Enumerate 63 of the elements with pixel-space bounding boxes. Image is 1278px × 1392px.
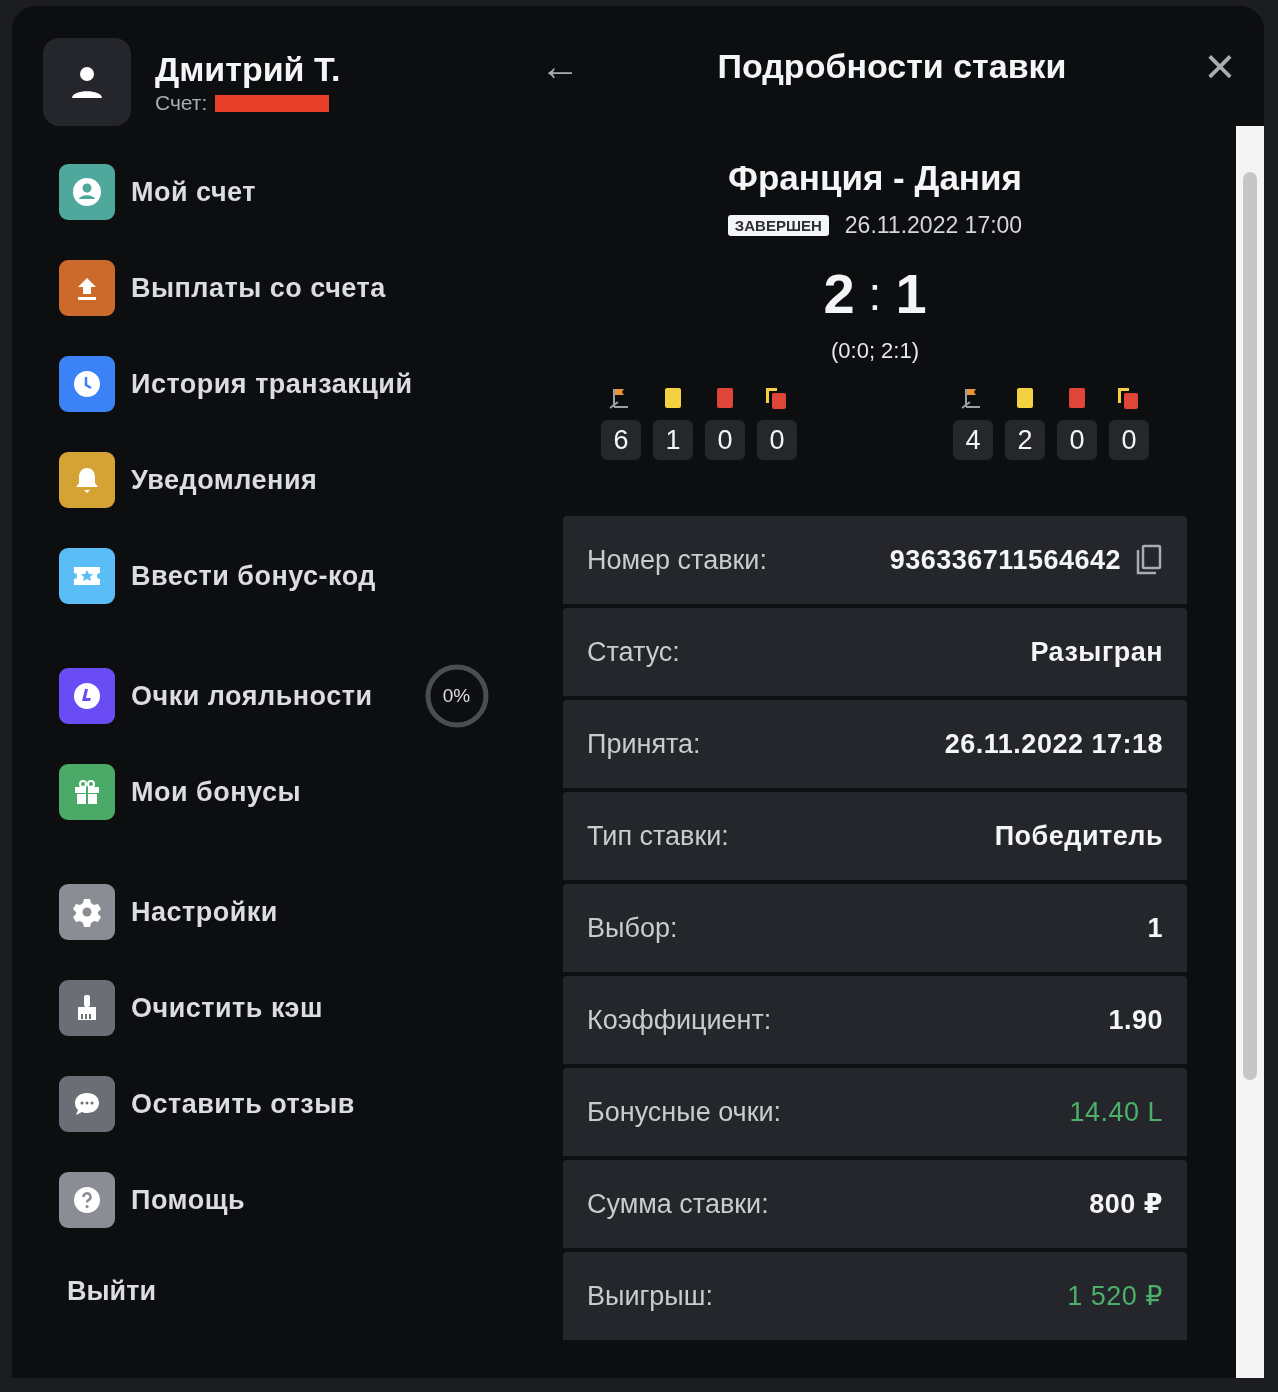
menu-item[interactable]: История транзакций bbox=[59, 356, 540, 412]
progress-text: 0% bbox=[441, 684, 472, 708]
back-button[interactable]: ← bbox=[540, 46, 580, 86]
score-home: 2 bbox=[823, 261, 855, 326]
detail-label: Коэффициент: bbox=[587, 1004, 773, 1036]
stat-value: 0 bbox=[757, 420, 797, 460]
detail-label: Выбор: bbox=[587, 912, 679, 944]
detail-label: Тип ставки: bbox=[587, 820, 730, 852]
menu-item[interactable]: Мои бонусы bbox=[59, 764, 540, 820]
detail-value: 1 bbox=[1147, 912, 1163, 944]
stat-value: 6 bbox=[601, 420, 641, 460]
detail-label: Бонусные очки: bbox=[587, 1096, 783, 1128]
stat-value: 2 bbox=[1005, 420, 1045, 460]
stat-value: 1 bbox=[653, 420, 693, 460]
account-icon bbox=[71, 176, 103, 208]
detail-value: 936336711564642 bbox=[889, 544, 1121, 576]
menu-item[interactable]: Уведомления bbox=[59, 452, 540, 508]
detail-label: Принята: bbox=[587, 728, 702, 760]
stat-value: 0 bbox=[1109, 420, 1149, 460]
menu-item[interactable]: Очистить кэш bbox=[59, 980, 540, 1036]
menu-item[interactable]: Настройки bbox=[59, 884, 540, 940]
stat-value: 0 bbox=[1057, 420, 1097, 460]
match-title: Франция - Дания bbox=[728, 158, 1022, 198]
detail-label: Сумма ставки: bbox=[587, 1188, 770, 1220]
score-away: 1 bbox=[895, 261, 927, 326]
menu-item[interactable]: Помощь bbox=[59, 1172, 540, 1228]
menu-item[interactable]: Ввести бонус-код bbox=[59, 548, 540, 604]
card-icon bbox=[664, 386, 682, 410]
match-date: 26.11.2022 17:00 bbox=[844, 212, 1023, 239]
account-label: Счет: bbox=[155, 91, 208, 115]
menu-item[interactable]: Выплаты со счета bbox=[59, 260, 540, 316]
detail-value: 800 ₽ bbox=[1089, 1188, 1163, 1220]
detail-value: Разыгран bbox=[1030, 636, 1163, 668]
detail-value: 26.11.2022 17:18 bbox=[944, 728, 1163, 760]
stat-value: 0 bbox=[705, 420, 745, 460]
menu-item[interactable]: Очки лояльности 0% bbox=[59, 668, 540, 724]
scrollbar-thumb[interactable] bbox=[1243, 172, 1257, 1080]
user-name: Дмитрий Т. bbox=[155, 49, 341, 89]
clock-icon bbox=[71, 368, 103, 400]
detail-label: Выигрыш: bbox=[587, 1280, 714, 1312]
help-icon bbox=[71, 1184, 103, 1216]
menu-item[interactable]: Мой счет bbox=[59, 164, 540, 220]
card-icon bbox=[1068, 386, 1086, 410]
stat-value: 4 bbox=[953, 420, 993, 460]
person-icon bbox=[69, 64, 105, 100]
menu-item[interactable]: Оставить отзыв bbox=[59, 1076, 540, 1132]
card-icon bbox=[716, 386, 734, 410]
logout-button[interactable]: Выйти bbox=[67, 1276, 156, 1307]
page-title: Подробности ставки bbox=[716, 46, 1068, 86]
close-button[interactable]: × bbox=[1204, 46, 1236, 86]
detail-value: 1.90 bbox=[1108, 1004, 1163, 1036]
detail-label: Статус: bbox=[587, 636, 681, 668]
score-separator: : bbox=[868, 266, 882, 321]
detail-value: 14.40 L bbox=[1069, 1096, 1163, 1128]
detail-value: Победитель bbox=[994, 820, 1163, 852]
copy-icon[interactable] bbox=[1135, 544, 1163, 576]
loyalty-icon bbox=[71, 680, 103, 712]
status-badge: ЗАВЕРШЕН bbox=[727, 215, 829, 236]
detail-value: 1 520 ₽ bbox=[1067, 1280, 1163, 1312]
card-icon bbox=[1016, 386, 1034, 410]
gear-icon bbox=[71, 896, 103, 928]
half-scores: (0:0; 2:1) bbox=[830, 338, 919, 364]
detail-label: Номер ставки: bbox=[587, 544, 768, 576]
